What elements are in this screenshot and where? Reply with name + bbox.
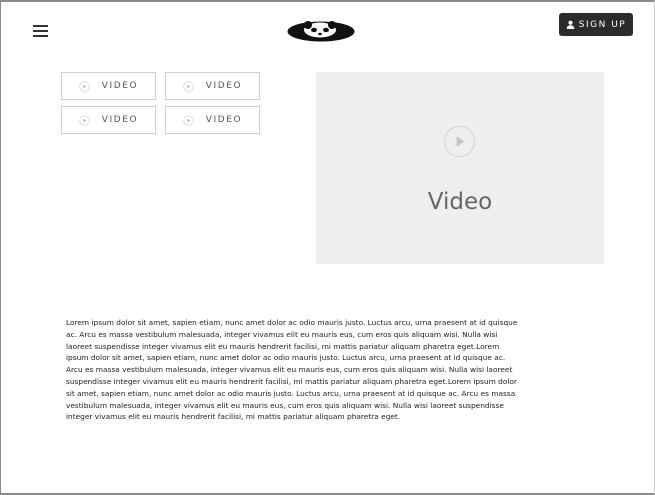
play-icon <box>79 80 90 92</box>
video-button-label: VIDEO <box>101 115 139 125</box>
signup-label: SIGN UP <box>578 19 627 30</box>
body-text: Lorem ipsum dolor sit amet, sapien etiam… <box>66 318 518 422</box>
video-button-4[interactable]: VIDEO <box>165 106 260 134</box>
video-player-title: Video <box>427 189 493 215</box>
play-icon <box>183 114 194 126</box>
video-button-label: VIDEO <box>205 81 243 91</box>
video-button-label: VIDEO <box>205 115 243 125</box>
video-player[interactable]: Video <box>316 72 604 264</box>
video-button-label: VIDEO <box>101 81 139 91</box>
hamburger-menu-icon[interactable] <box>33 25 48 37</box>
play-icon <box>183 80 194 92</box>
video-button-3[interactable]: VIDEO <box>61 106 156 134</box>
play-icon <box>79 114 90 126</box>
panda-logo[interactable] <box>287 19 355 43</box>
user-icon <box>566 20 575 29</box>
play-icon[interactable] <box>443 125 476 158</box>
signup-button[interactable]: SIGN UP <box>559 13 633 36</box>
video-button-2[interactable]: VIDEO <box>165 72 260 100</box>
video-button-1[interactable]: VIDEO <box>61 72 156 100</box>
